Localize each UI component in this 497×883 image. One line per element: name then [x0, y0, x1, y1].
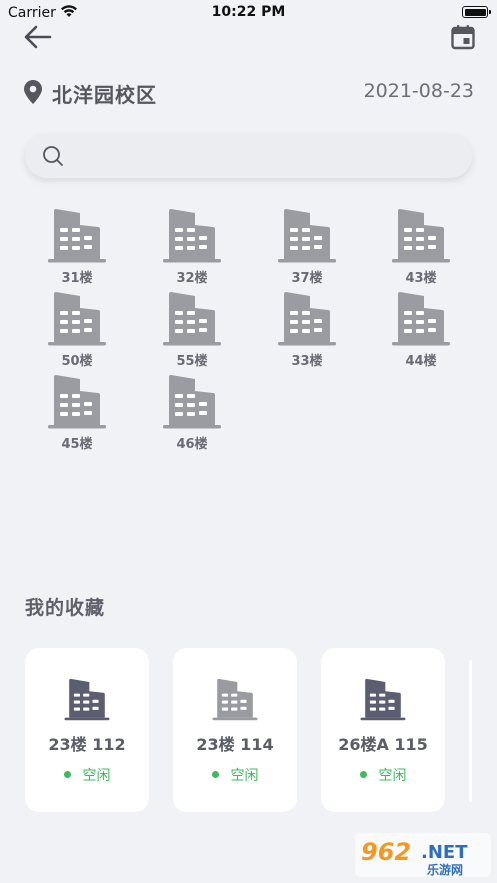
favorites-title: 我的收藏 — [25, 597, 106, 619]
building-label: 50楼 — [61, 354, 93, 369]
building-icon — [48, 209, 106, 263]
back-arrow-icon[interactable] — [22, 22, 54, 52]
room-status-text: 空闲 — [378, 768, 407, 784]
building-item[interactable]: 45楼 — [36, 373, 116, 455]
status-dot-icon — [63, 770, 71, 778]
building-item[interactable]: 44楼 — [380, 290, 460, 372]
status-bar: Carrier 10:22 PM — [0, 0, 497, 26]
room-name: 23楼 114 — [196, 735, 274, 754]
building-item[interactable]: 37楼 — [266, 207, 346, 289]
building-icon — [163, 375, 221, 429]
campus-name[interactable]: 北洋园校区 — [52, 79, 157, 108]
location-pin-icon — [24, 80, 42, 104]
building-label: 43楼 — [405, 271, 437, 286]
building-icon — [48, 375, 106, 429]
status-dot-icon — [359, 770, 367, 778]
date-label[interactable]: 2021-08-23 — [364, 80, 474, 102]
room-status: 空闲 — [173, 765, 297, 785]
room-name: 23楼 112 — [48, 735, 126, 754]
building-icon — [163, 292, 221, 346]
svg-text:.NET: .NET — [421, 842, 468, 863]
room-name: 26楼A 115 — [338, 735, 428, 754]
building-item[interactable]: 33楼 — [266, 290, 346, 372]
watermark-logo: 962 .NET 乐游网 — [355, 833, 491, 877]
building-icon — [48, 292, 106, 346]
favorite-card[interactable]: 26楼A 115 空闲 — [321, 648, 445, 812]
room-status-text: 空闲 — [230, 768, 259, 784]
battery-icon — [462, 6, 491, 18]
building-icon — [278, 209, 336, 263]
favorite-card[interactable]: 23楼 112 空闲 — [25, 648, 149, 812]
clock: 10:22 PM — [211, 4, 286, 20]
building-label: 33楼 — [291, 354, 323, 369]
room-status-text: 空闲 — [82, 768, 111, 784]
room-building-icon — [360, 678, 406, 721]
room-status: 空闲 — [25, 765, 149, 785]
building-icon — [392, 209, 450, 263]
building-icon — [392, 292, 450, 346]
svg-text:962: 962 — [361, 838, 411, 866]
building-label: 31楼 — [61, 271, 93, 286]
location-row: 北洋园校区 2021-08-23 — [24, 77, 474, 107]
building-label: 45楼 — [61, 437, 93, 452]
building-label: 44楼 — [405, 354, 437, 369]
building-item[interactable]: 50楼 — [36, 290, 116, 372]
search-input[interactable] — [72, 140, 452, 172]
building-label: 46楼 — [176, 437, 208, 452]
building-item[interactable]: 43楼 — [380, 207, 460, 289]
status-dot-icon — [211, 770, 219, 778]
room-status: 空闲 — [321, 765, 445, 785]
next-card-edge — [469, 660, 472, 802]
building-item[interactable]: 31楼 — [36, 207, 116, 289]
building-item[interactable]: 32楼 — [151, 207, 231, 289]
building-item[interactable]: 55楼 — [151, 290, 231, 372]
building-label: 55楼 — [176, 354, 208, 369]
building-label: 32楼 — [176, 271, 208, 286]
search-icon — [43, 146, 63, 166]
room-building-icon — [64, 678, 110, 721]
calendar-icon[interactable] — [451, 24, 475, 50]
building-item[interactable]: 46楼 — [151, 373, 231, 455]
building-icon — [278, 292, 336, 346]
building-label: 37楼 — [291, 271, 323, 286]
favorite-card[interactable]: 23楼 114 空闲 — [173, 648, 297, 812]
svg-text:乐游网: 乐游网 — [427, 862, 463, 877]
room-building-icon — [212, 678, 258, 721]
building-icon — [163, 209, 221, 263]
